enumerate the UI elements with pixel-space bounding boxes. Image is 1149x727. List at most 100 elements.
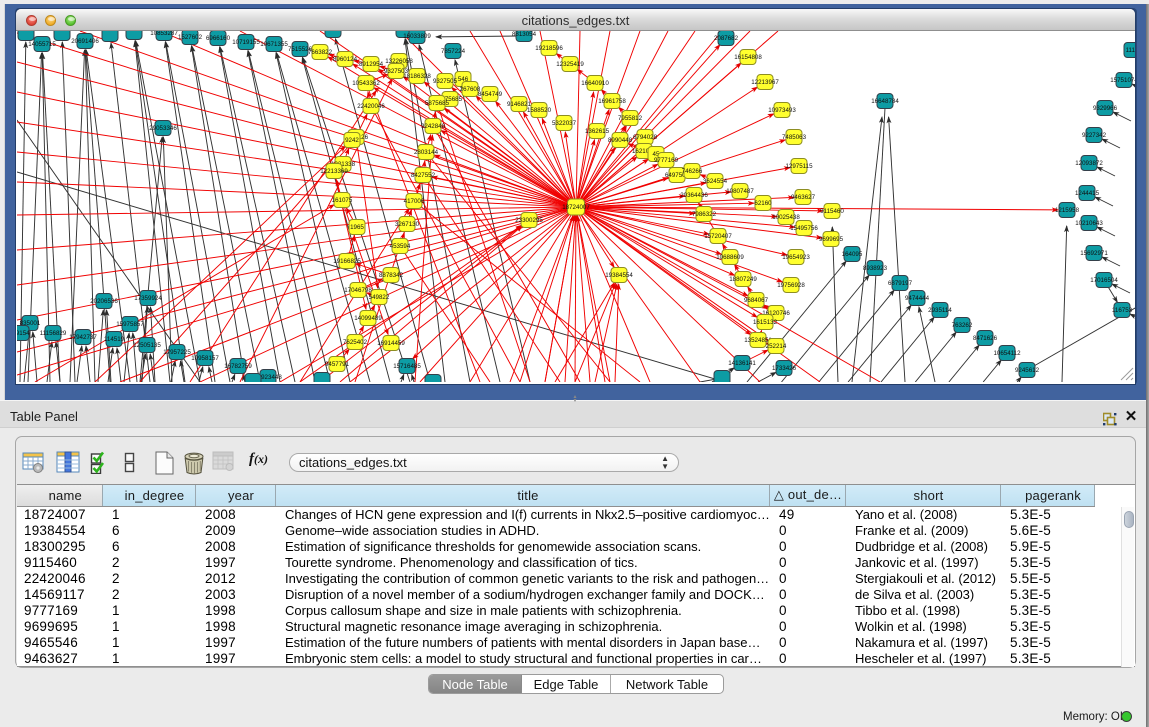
svg-text:39154: 39154 — [17, 330, 30, 337]
svg-text:14099489: 14099489 — [354, 315, 382, 322]
svg-text:17359924: 17359924 — [134, 295, 162, 302]
svg-text:12505135: 12505135 — [133, 342, 161, 349]
svg-text:1733426: 1733426 — [772, 365, 797, 372]
svg-text:16033809: 16033809 — [403, 33, 431, 40]
svg-text:10807487: 10807487 — [726, 188, 754, 195]
svg-text:8454749: 8454749 — [478, 91, 503, 98]
svg-text:12325419: 12325419 — [556, 61, 584, 68]
svg-text:8813054: 8813054 — [512, 31, 537, 38]
svg-text:10671355: 10671355 — [260, 41, 288, 48]
svg-text:12213967: 12213967 — [751, 79, 779, 86]
svg-text:12975115: 12975115 — [785, 163, 813, 170]
svg-text:29053346: 29053346 — [149, 125, 177, 132]
svg-text:8878342: 8878342 — [379, 272, 404, 279]
svg-text:7663822: 7663822 — [308, 49, 333, 56]
svg-text:16914459: 16914459 — [377, 340, 405, 347]
svg-text:16961758: 16961758 — [598, 98, 626, 105]
svg-text:15975857: 15975857 — [116, 321, 144, 328]
svg-text:10973493: 10973493 — [768, 107, 796, 114]
svg-text:20691406: 20691406 — [71, 38, 99, 45]
svg-text:9242: 9242 — [345, 137, 359, 144]
svg-text:16154808: 16154808 — [734, 54, 762, 61]
svg-text:9327505: 9327505 — [433, 78, 458, 85]
svg-text:10719155: 10719155 — [232, 39, 260, 46]
svg-text:8427552: 8427552 — [411, 172, 436, 179]
svg-text:1965: 1965 — [350, 224, 364, 231]
svg-text:15716485: 15716485 — [393, 363, 421, 370]
svg-text:1362615: 1362615 — [585, 128, 610, 135]
svg-text:9227342: 9227342 — [1082, 132, 1107, 139]
svg-text:1615132: 1615132 — [753, 319, 778, 326]
svg-text:7625402: 7625402 — [343, 339, 368, 346]
svg-text:16648784: 16648784 — [871, 98, 899, 105]
svg-text:6966160: 6966160 — [206, 35, 231, 42]
svg-text:8960124: 8960124 — [333, 56, 358, 63]
svg-text:15720407: 15720407 — [704, 233, 732, 240]
svg-text:116753: 116753 — [1112, 307, 1133, 314]
svg-text:10210643: 10210643 — [1075, 220, 1103, 227]
svg-text:10654112: 10654112 — [993, 350, 1021, 357]
svg-text:10958157: 10958157 — [191, 355, 219, 362]
svg-text:9684067: 9684067 — [744, 297, 769, 304]
svg-text:22420046: 22420046 — [357, 103, 385, 110]
svg-text:2935114: 2935114 — [928, 307, 952, 314]
svg-text:18807249: 18807249 — [729, 276, 757, 283]
svg-text:19384554: 19384554 — [605, 272, 633, 279]
svg-text:763262: 763262 — [952, 322, 973, 329]
svg-text:18186328: 18186328 — [403, 73, 431, 80]
svg-text:15692971: 15692971 — [1080, 250, 1108, 257]
svg-text:15751074: 15751074 — [1110, 77, 1135, 84]
svg-text:17942737: 17942737 — [69, 334, 97, 341]
svg-text:9245612: 9245612 — [1015, 367, 1040, 374]
svg-text:12093872: 12093872 — [1075, 160, 1103, 167]
svg-text:5875685: 5875685 — [425, 100, 450, 107]
svg-text:10543362: 10543362 — [352, 80, 380, 87]
svg-text:1588520: 1588520 — [527, 107, 552, 114]
svg-text:9777169: 9777169 — [654, 157, 679, 164]
svg-text:6794028: 6794028 — [633, 134, 658, 141]
svg-text:10025438: 10025438 — [772, 214, 800, 221]
svg-text:14055715: 14055715 — [28, 41, 56, 48]
svg-text:19166825: 19166825 — [333, 258, 361, 265]
svg-text:19756928: 19756928 — [777, 282, 805, 289]
svg-text:8938923: 8938923 — [863, 265, 888, 272]
svg-text:252214: 252214 — [766, 343, 787, 350]
svg-text:9474444: 9474444 — [905, 295, 930, 302]
svg-text:9329966: 9329966 — [1093, 105, 1118, 112]
svg-text:10853287: 10853287 — [150, 31, 178, 37]
svg-text:417006: 417006 — [404, 198, 425, 205]
svg-text:16782759: 16782759 — [224, 363, 252, 370]
svg-text:114519: 114519 — [104, 336, 125, 343]
svg-text:17957225: 17957225 — [163, 349, 191, 356]
svg-text:7986322: 7986322 — [692, 211, 717, 218]
svg-text:7857224: 7857224 — [441, 48, 466, 55]
svg-text:20206536: 20206536 — [90, 298, 118, 305]
svg-text:8471626: 8471626 — [973, 335, 998, 342]
svg-text:14136141: 14136141 — [728, 360, 756, 367]
svg-text:17046798: 17046798 — [344, 287, 372, 294]
svg-text:1215958: 1215958 — [1055, 207, 1080, 214]
svg-text:1527602: 1527602 — [178, 34, 203, 41]
svg-text:6879197: 6879197 — [888, 280, 913, 287]
svg-text:1112: 1112 — [1126, 47, 1135, 54]
svg-text:9457791: 9457791 — [325, 361, 350, 368]
svg-text:16640910: 16640910 — [581, 80, 609, 87]
svg-text:1244415: 1244415 — [1075, 190, 1100, 197]
svg-text:453594: 453594 — [390, 243, 411, 250]
svg-text:164095: 164095 — [842, 251, 863, 258]
svg-text:17016504: 17016504 — [1090, 277, 1118, 284]
svg-text:18724007: 18724007 — [562, 204, 590, 211]
svg-text:20364436: 20364436 — [680, 192, 708, 199]
svg-text:9242848: 9242848 — [421, 123, 446, 130]
svg-text:19218596: 19218596 — [535, 45, 563, 52]
svg-text:2803144: 2803144 — [414, 149, 439, 156]
svg-text:8990448: 8990448 — [608, 137, 633, 144]
svg-text:10688609: 10688609 — [716, 254, 744, 261]
svg-text:19654923: 19654923 — [782, 254, 810, 261]
svg-text:9115460: 9115460 — [820, 208, 844, 215]
svg-text:8912954: 8912954 — [359, 61, 384, 68]
svg-text:7485063: 7485063 — [782, 134, 807, 141]
svg-text:549822: 549822 — [369, 294, 390, 301]
svg-text:7955812: 7955812 — [618, 115, 643, 122]
svg-text:12213369: 12213369 — [320, 168, 348, 175]
